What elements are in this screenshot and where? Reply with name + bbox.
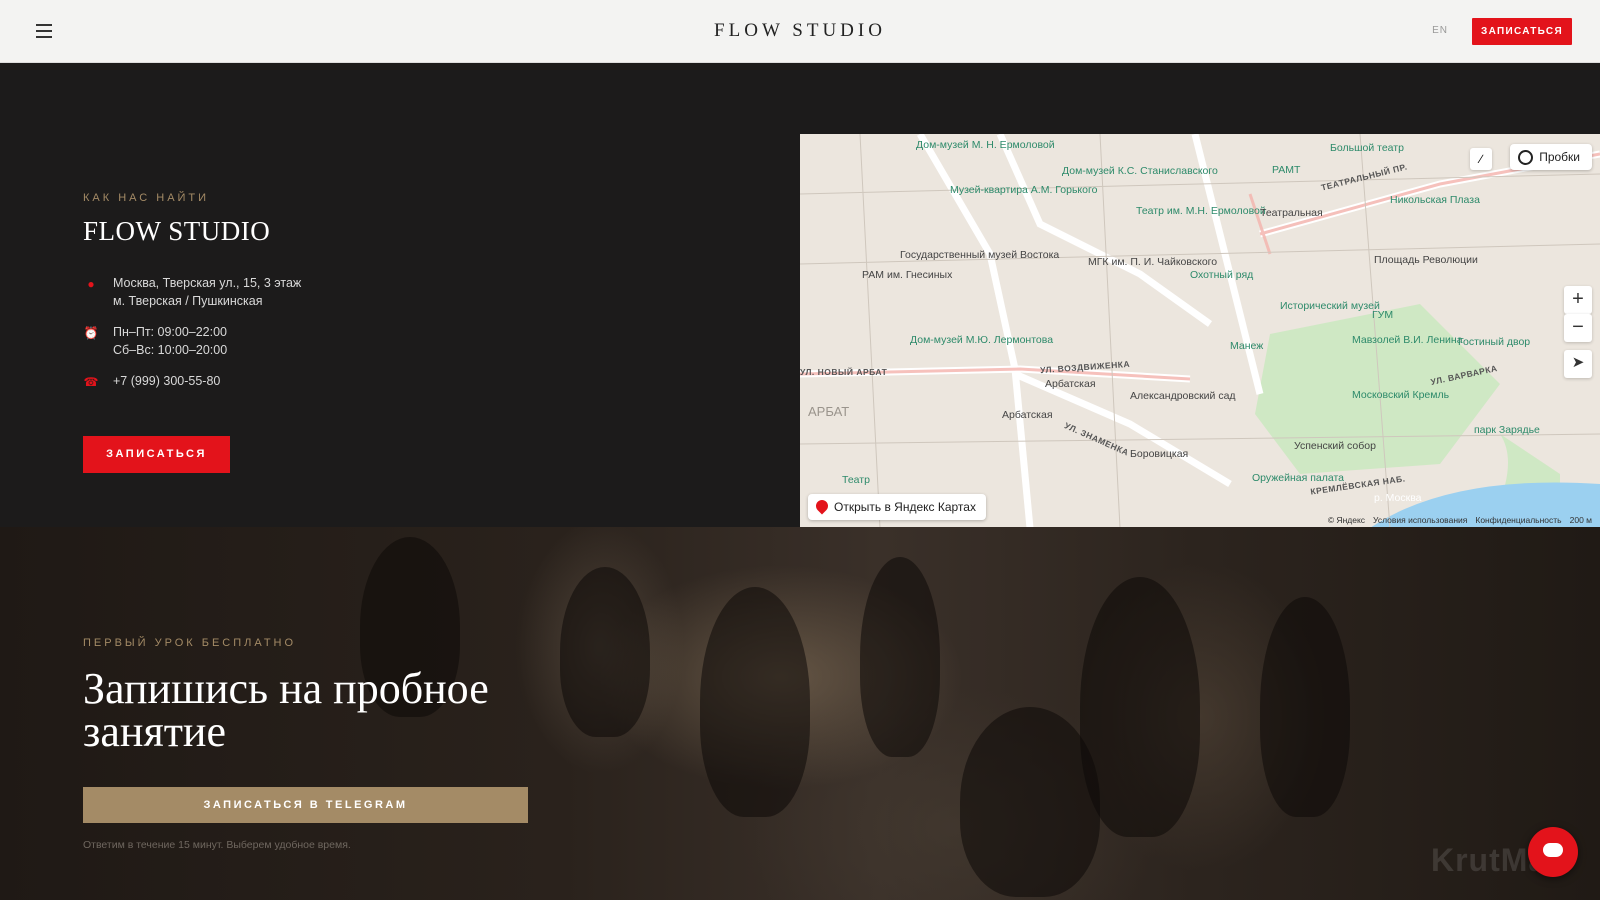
hero-title: Запишись на пробное занятие: [83, 664, 489, 756]
map-label-teatr[interactable]: Театр: [842, 474, 870, 486]
plus-icon: +: [1572, 288, 1584, 310]
contacts-signup-button[interactable]: ЗАПИСАТЬСЯ: [83, 436, 230, 473]
street-novy-arbat: УЛ. НОВЫЙ АРБАТ: [800, 367, 888, 377]
hero-eyebrow: ПЕРВЫЙ УРОК БЕСПЛАТНО: [83, 637, 297, 649]
map-copyright[interactable]: © Яндекс: [1328, 515, 1365, 525]
map-label-okhotny[interactable]: Охотный ряд: [1190, 269, 1253, 281]
traffic-icon: [1518, 149, 1534, 165]
map-label-ram[interactable]: РАМ им. Гнесиных: [862, 269, 952, 281]
traffic-label: Пробки: [1539, 150, 1580, 164]
telegram-signup-button[interactable]: ЗАПИСАТЬСЯ В TELEGRAM: [83, 787, 528, 823]
map-label-revolution[interactable]: Площадь Революции: [1374, 254, 1478, 266]
map-pin-icon: [813, 497, 831, 515]
trial-lesson-section: ПЕРВЫЙ УРОК БЕСПЛАТНО Запишись на пробно…: [0, 527, 1600, 900]
ruler-icon[interactable]: ∕: [1470, 148, 1492, 170]
traffic-button[interactable]: Пробки: [1510, 144, 1592, 170]
brand-logo[interactable]: FLOW STUDIO: [0, 20, 1600, 42]
map-label-mgk[interactable]: МГК им. П. И. Чайковского: [1088, 256, 1217, 268]
map-privacy-link[interactable]: Конфиденциальность: [1475, 515, 1561, 525]
chat-bubble-icon[interactable]: [1528, 827, 1578, 877]
hero-note: Ответим в течение 15 минут. Выберем удоб…: [83, 839, 351, 851]
map-base: [800, 134, 1600, 528]
contacts-eyebrow: КАК НАС НАЙТИ: [83, 192, 210, 204]
contacts-title: FLOW STUDIO: [83, 216, 271, 246]
locate-button[interactable]: ➤: [1564, 350, 1592, 378]
map-label-moskva-river: р. Москва: [1374, 492, 1422, 504]
map-label-borovitskaya[interactable]: Боровицкая: [1130, 448, 1188, 460]
map-label-nikolskaya[interactable]: Никольская Плаза: [1390, 194, 1480, 206]
zoom-out-button[interactable]: −: [1564, 314, 1592, 342]
yandex-map[interactable]: Дом-музей М. Н. Ермоловой Большой театр …: [800, 134, 1600, 528]
map-label-arbat-area: АРБАТ: [808, 404, 850, 419]
map-label-teatralnaya[interactable]: Театральная: [1260, 207, 1323, 219]
language-switch[interactable]: EN: [1432, 25, 1448, 36]
map-label-gorky[interactable]: Музей-квартира А.М. Горького: [950, 184, 1097, 196]
map-label-dom-ermolovoy[interactable]: Дом-музей М. Н. Ермоловой: [916, 139, 1055, 151]
address-row: ● Москва, Тверская ул., 15, 3 этаж м. Тв…: [83, 274, 301, 310]
site-header: FLOW STUDIO EN ЗАПИСАТЬСЯ: [0, 0, 1600, 63]
map-label-stanislavsky[interactable]: Дом-музей К.С. Станиславского: [1062, 165, 1218, 177]
phone-row: ☎ +7 (999) 300-55-80: [83, 372, 221, 390]
open-yandex-maps-button[interactable]: Открыть в Яндекс Картах: [808, 494, 986, 520]
map-label-manezh[interactable]: Манеж: [1230, 340, 1263, 352]
map-label-historical[interactable]: Исторический музей: [1280, 300, 1380, 312]
map-label-mausoleum[interactable]: Мавзолей В.И. Ленина: [1352, 334, 1463, 346]
map-label-ramt[interactable]: РАМТ: [1272, 164, 1300, 176]
map-label-arbatskaya-1[interactable]: Арбатская: [1045, 378, 1096, 390]
minus-icon: −: [1572, 316, 1584, 338]
map-footer: © Яндекс Условия использования Конфиденц…: [1328, 515, 1592, 525]
hours-row: ⏰ Пн–Пт: 09:00–22:00 Сб–Вс: 10:00–20:00: [83, 323, 228, 359]
phone-link[interactable]: +7 (999) 300-55-80: [113, 372, 220, 390]
weekend-hours: Сб–Вс: 10:00–20:00: [113, 343, 228, 357]
map-label-gum[interactable]: ГУМ: [1372, 309, 1393, 321]
map-label-bolshoy[interactable]: Большой театр: [1330, 142, 1404, 154]
map-scale: 200 м: [1569, 515, 1592, 525]
map-label-oruzheynaya[interactable]: Оружейная палата: [1252, 472, 1344, 484]
alarm-clock-icon: ⏰: [83, 326, 99, 340]
zoom-in-button[interactable]: +: [1564, 286, 1592, 314]
map-terms-link[interactable]: Условия использования: [1373, 515, 1467, 525]
header-signup-button[interactable]: ЗАПИСАТЬСЯ: [1472, 18, 1572, 45]
location-pin-icon: ●: [87, 277, 95, 291]
map-label-ermolovoy-theatre[interactable]: Театр им. М.Н. Ермоловой: [1136, 205, 1266, 217]
map-label-lermontov[interactable]: Дом-музей М.Ю. Лермонтова: [910, 334, 1053, 346]
map-label-gostiny[interactable]: Гостиный двор: [1458, 336, 1530, 348]
map-label-vostok[interactable]: Государственный музей Востока: [900, 249, 1059, 261]
map-label-uspensky[interactable]: Успенский собор: [1294, 440, 1376, 452]
address-line: Москва, Тверская ул., 15, 3 этаж: [113, 276, 302, 290]
open-maps-label: Открыть в Яндекс Картах: [834, 500, 976, 514]
metro-line: м. Тверская / Пушкинская: [113, 294, 263, 308]
weekday-hours: Пн–Пт: 09:00–22:00: [113, 325, 228, 339]
map-label-alexander[interactable]: Александровский сад: [1130, 390, 1236, 402]
phone-icon: ☎: [83, 375, 99, 389]
map-label-zaryadye[interactable]: парк Зарядье: [1474, 424, 1540, 436]
location-arrow-icon: ➤: [1571, 354, 1585, 371]
map-label-kremlin[interactable]: Московский Кремль: [1352, 389, 1449, 401]
map-label-arbatskaya-2[interactable]: Арбатская: [1002, 409, 1053, 421]
